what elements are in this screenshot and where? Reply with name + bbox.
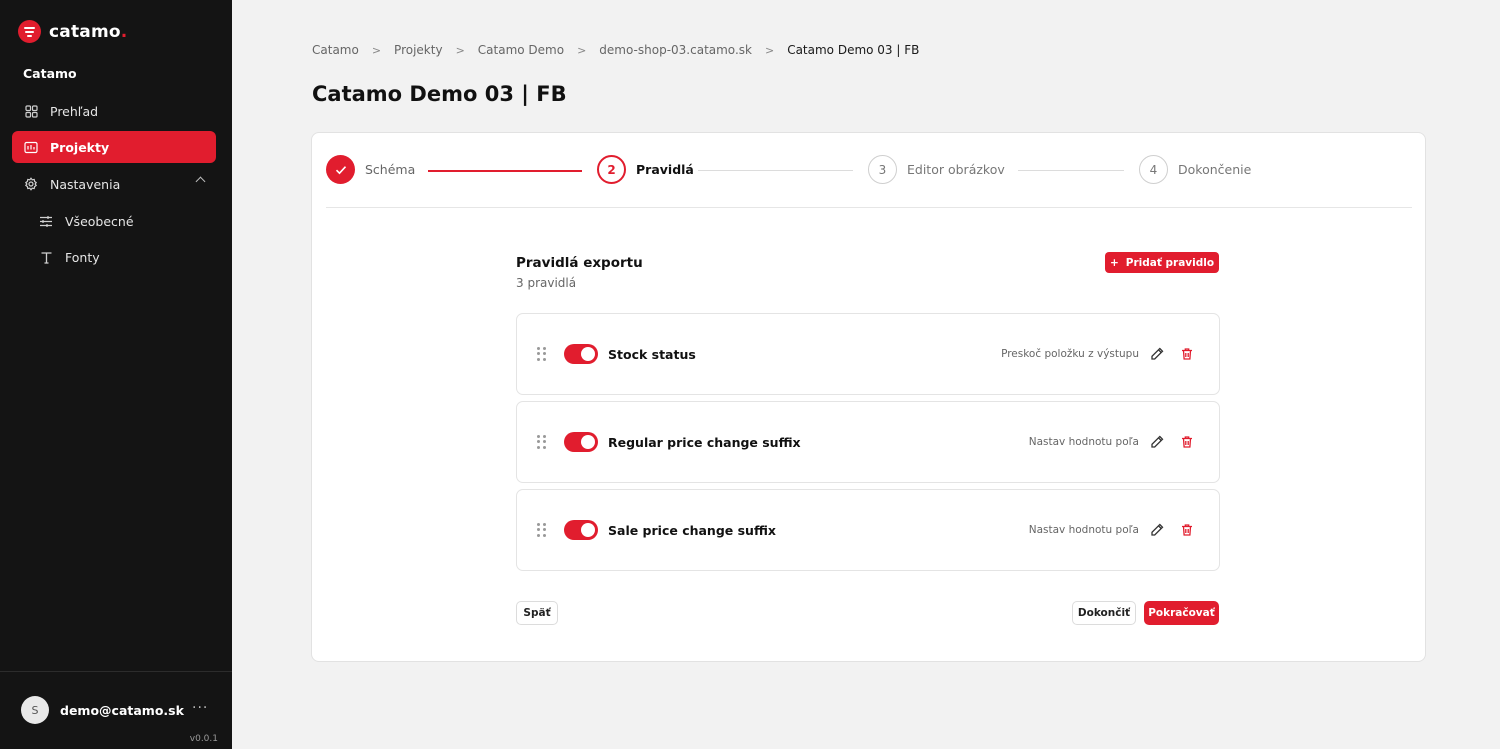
edit-icon[interactable] <box>1149 522 1165 538</box>
step-label: Schéma <box>365 162 416 177</box>
step-connector <box>1018 170 1124 171</box>
continue-button[interactable]: Pokračovať <box>1144 601 1219 625</box>
finish-button[interactable]: Dokončiť <box>1072 601 1136 625</box>
projects-icon <box>24 140 38 154</box>
step-number: 2 <box>597 155 626 184</box>
avatar: S <box>21 696 49 724</box>
brand-dot: . <box>120 21 128 42</box>
drag-handle-icon[interactable] <box>537 435 547 449</box>
wizard-card: Schéma 2 Pravidlá 3 Editor obrázkov 4 Do… <box>311 132 1426 662</box>
chevron-right-icon: > <box>371 43 382 57</box>
step-connector <box>698 170 853 171</box>
stepper-divider <box>326 207 1412 208</box>
step-image-editor[interactable]: 3 Editor obrázkov <box>868 155 1005 184</box>
add-rule-button[interactable]: + Pridať pravidlo <box>1105 252 1219 273</box>
breadcrumb-item[interactable]: demo-shop-03.catamo.sk <box>599 43 752 57</box>
rule-row: Sale price change suffix Nastav hodnotu … <box>516 489 1220 571</box>
sidebar-item-general[interactable]: Všeobecné <box>12 205 216 237</box>
user-menu[interactable]: S demo@catamo.sk <box>21 696 184 724</box>
gear-icon <box>24 177 38 191</box>
more-options-icon[interactable]: ··· <box>192 700 208 716</box>
check-icon <box>326 155 355 184</box>
chevron-right-icon: > <box>455 43 465 57</box>
rule-toggle[interactable] <box>564 520 598 540</box>
app-version: v0.0.1 <box>189 734 218 744</box>
plus-icon: + <box>1109 256 1119 269</box>
sidebar-item-label: Všeobecné <box>65 213 134 229</box>
back-button[interactable]: Späť <box>516 601 558 625</box>
type-icon <box>39 250 53 264</box>
edit-icon[interactable] <box>1149 434 1165 450</box>
edit-icon[interactable] <box>1149 346 1165 362</box>
chevron-right-icon: > <box>764 43 775 57</box>
trash-icon[interactable] <box>1179 346 1195 362</box>
sidebar-item-fonts[interactable]: Fonty <box>12 241 216 273</box>
sliders-icon <box>39 214 53 228</box>
trash-icon[interactable] <box>1179 434 1195 450</box>
sidebar-item-overview[interactable]: Prehľad <box>12 95 216 127</box>
drag-handle-icon[interactable] <box>537 347 547 361</box>
sidebar-item-label: Nastavenia <box>50 176 121 192</box>
sidebar-item-settings[interactable]: Nastavenia <box>12 168 216 200</box>
breadcrumb: Catamo > Projekty > Catamo Demo > demo-s… <box>312 43 919 57</box>
breadcrumb-item[interactable]: Catamo <box>312 43 359 57</box>
drag-handle-icon[interactable] <box>537 523 547 537</box>
rule-toggle[interactable] <box>564 344 598 364</box>
step-connector <box>428 170 582 172</box>
section-title: Pravidlá exportu <box>516 255 643 271</box>
rule-action: Preskoč položku z výstupu <box>1001 348 1139 360</box>
organization-name: Catamo <box>23 66 77 81</box>
step-schema[interactable]: Schéma <box>326 155 415 184</box>
rule-toggle[interactable] <box>564 432 598 452</box>
step-rules[interactable]: 2 Pravidlá <box>597 155 694 184</box>
rule-action: Nastav hodnotu poľa <box>1028 436 1139 448</box>
sidebar-item-projects[interactable]: Projekty <box>12 131 216 163</box>
breadcrumb-item[interactable]: Projekty <box>394 43 443 57</box>
rule-name: Sale price change suffix <box>608 523 776 538</box>
breadcrumb-current: Catamo Demo 03 | FB <box>787 43 920 57</box>
catamo-logo-icon <box>18 20 41 43</box>
step-number: 4 <box>1139 155 1168 184</box>
rule-name: Stock status <box>608 347 696 362</box>
step-label: Editor obrázkov <box>907 162 1005 177</box>
add-rule-label: Pridať pravidlo <box>1125 256 1215 269</box>
sidebar-item-label: Fonty <box>65 249 100 265</box>
user-email: demo@catamo.sk <box>60 702 184 718</box>
sidebar-divider <box>0 671 232 672</box>
sidebar-item-label: Projekty <box>50 139 110 155</box>
page-title: Catamo Demo 03 | FB <box>312 82 567 106</box>
step-completion[interactable]: 4 Dokončenie <box>1139 155 1251 184</box>
step-label: Dokončenie <box>1178 162 1252 177</box>
rules-count: 3 pravidlá <box>516 276 577 290</box>
step-number: 3 <box>868 155 897 184</box>
rule-action: Nastav hodnotu poľa <box>1028 524 1139 536</box>
brand-name: catamo <box>49 21 121 42</box>
rule-name: Regular price change suffix <box>608 435 801 450</box>
chevron-up-icon <box>195 176 206 187</box>
rule-row: Regular price change suffix Nastav hodno… <box>516 401 1220 483</box>
chevron-right-icon: > <box>577 43 587 57</box>
dashboard-icon <box>24 104 38 118</box>
sidebar-item-label: Prehľad <box>50 103 99 119</box>
breadcrumb-item[interactable]: Catamo Demo <box>478 43 564 57</box>
logo[interactable]: catamo. <box>18 20 127 43</box>
sidebar: catamo. Catamo Prehľad Projekty Nastaven… <box>0 0 232 749</box>
rule-row: Stock status Preskoč položku z výstupu <box>516 313 1220 395</box>
trash-icon[interactable] <box>1179 522 1195 538</box>
step-label: Pravidlá <box>636 162 694 177</box>
